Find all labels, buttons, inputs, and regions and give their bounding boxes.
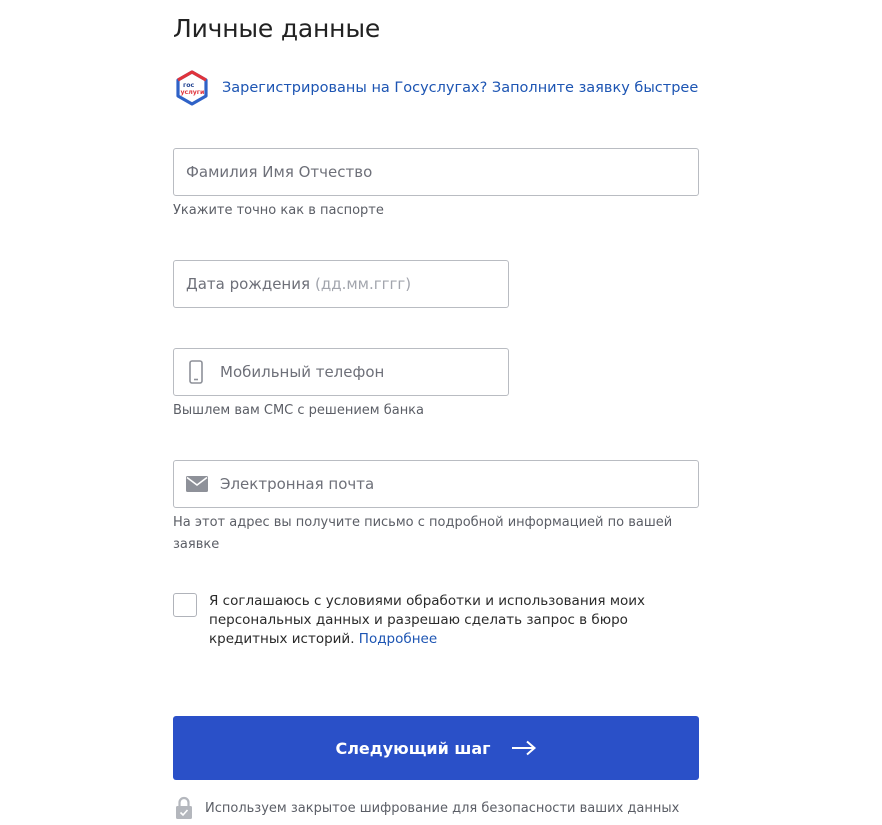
full-name-hint: Укажите точно как в паспорте: [173, 203, 384, 218]
consent-more-link[interactable]: Подробнее: [359, 631, 437, 647]
page-title: Личные данные: [173, 14, 381, 43]
phone-hint: Вышлем вам СМС с решением банка: [173, 403, 425, 418]
personal-data-page: Личные данные гос услуги Зарегистрирован…: [0, 0, 882, 825]
mail-icon: [186, 461, 208, 507]
security-note-text: Используем закрытое шифрование для безоп…: [205, 800, 680, 816]
gosuslugi-row: гос услуги Зарегистрированы на Госуслуга…: [175, 70, 698, 106]
lock-icon: [176, 796, 192, 819]
full-name-input[interactable]: [174, 149, 698, 195]
consent-text: Я соглашаюсь с условиями обработки и исп…: [209, 592, 689, 649]
phone-input[interactable]: [174, 349, 508, 395]
gosuslugi-logo-icon: гос услуги: [176, 70, 208, 106]
email-input[interactable]: [174, 461, 698, 507]
birth-date-input[interactable]: [174, 261, 508, 307]
gosuslugi-logo-top-text: гос: [183, 82, 194, 89]
consent-checkbox[interactable]: [173, 593, 197, 617]
birth-date-field[interactable]: Дата рождения (дд.мм.гггг): [173, 260, 509, 308]
email-field[interactable]: [173, 460, 699, 508]
arrow-right-icon: [511, 740, 536, 756]
full-name-field[interactable]: [173, 148, 699, 196]
security-note: Используем закрытое шифрование для безоп…: [175, 796, 679, 820]
email-hint: На этот адрес вы получите письмо с подро…: [173, 515, 673, 552]
consent-block: Я соглашаюсь с условиями обработки и исп…: [173, 592, 699, 649]
phone-field[interactable]: [173, 348, 509, 396]
gosuslugi-logo-bottom-text: услуги: [181, 89, 205, 96]
gosuslugi-link[interactable]: Зарегистрированы на Госуслугах? Заполнит…: [222, 80, 698, 96]
phone-icon: [189, 349, 203, 395]
next-step-button[interactable]: Следующий шаг: [173, 716, 699, 780]
next-step-label: Следующий шаг: [335, 738, 491, 758]
